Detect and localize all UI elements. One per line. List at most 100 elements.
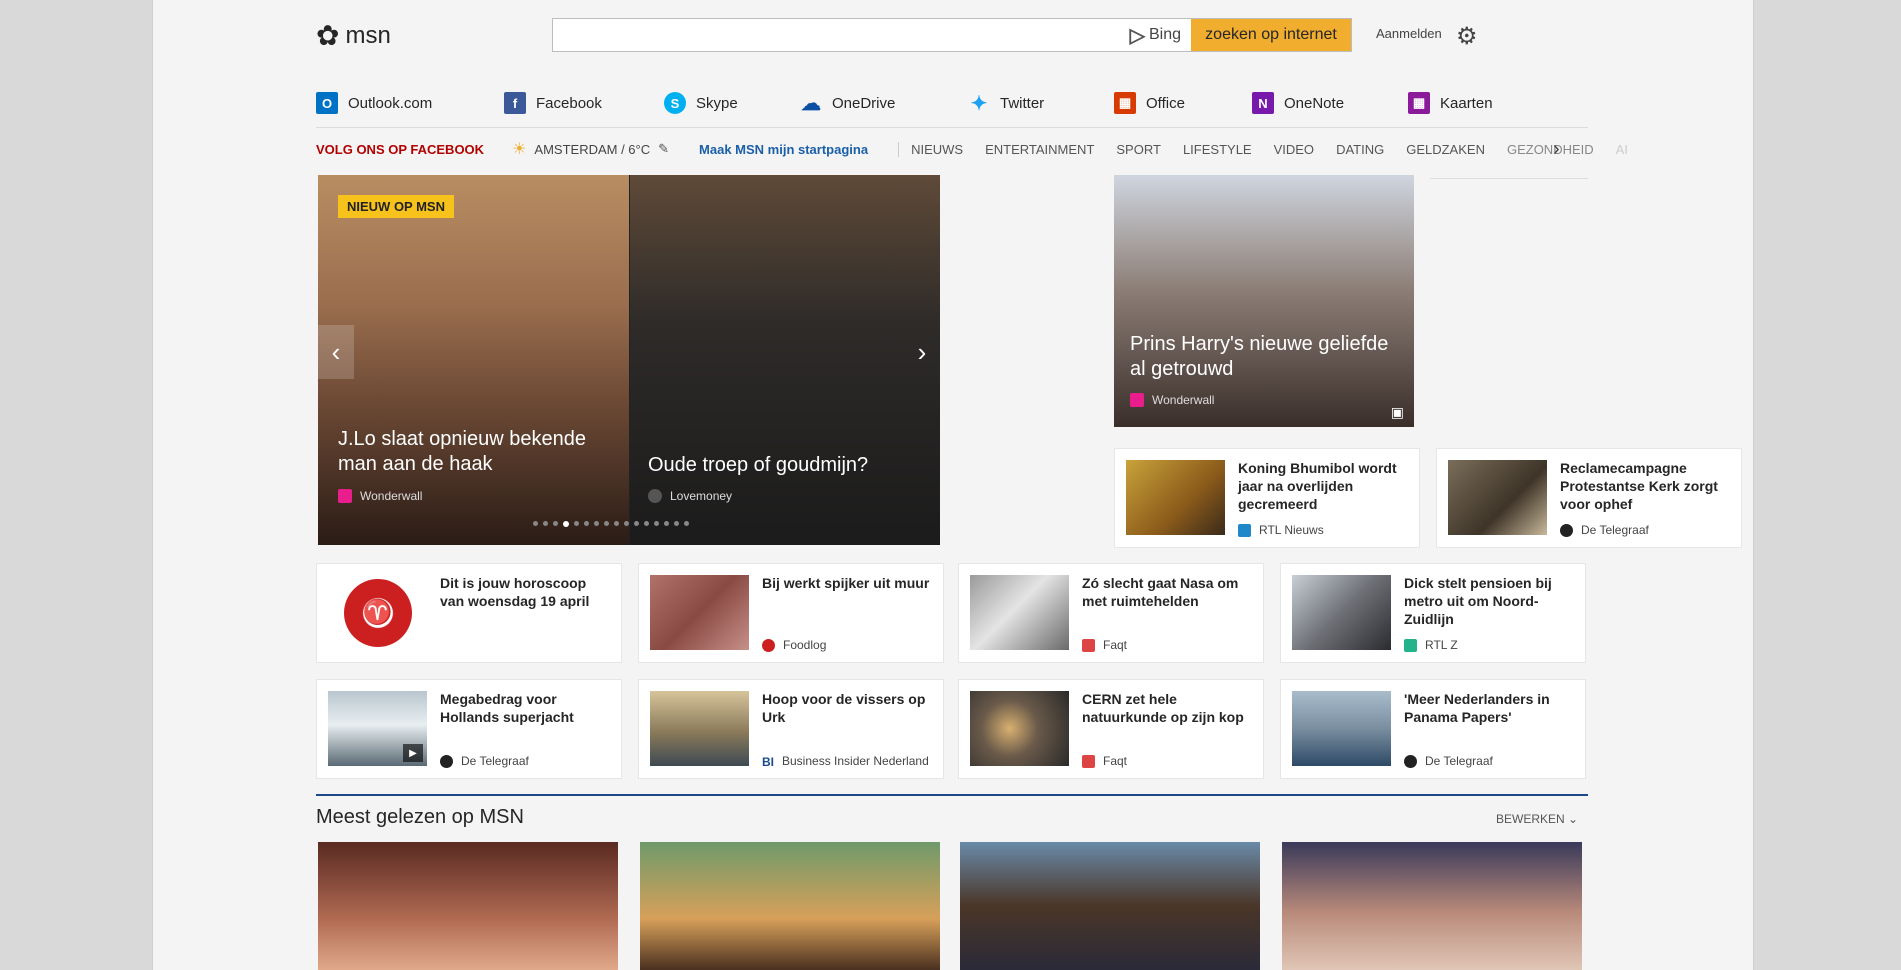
wonderwall-icon — [1130, 393, 1144, 407]
camera-icon: ▣ — [1390, 404, 1404, 420]
source-label: De Telegraaf — [461, 754, 529, 768]
app-link-onedrive[interactable]: ☁ OneDrive — [800, 90, 968, 116]
source-label: Wonderwall — [360, 489, 423, 503]
feature-story[interactable]: Prins Harry's nieuwe geliefde al getrouw… — [1114, 175, 1414, 427]
search-button[interactable]: zoeken op internet — [1191, 19, 1351, 51]
carousel-dot[interactable] — [543, 521, 548, 526]
source-label: Business Insider Nederland — [782, 754, 929, 768]
card-thumbnail — [1448, 460, 1547, 535]
nav-item-nieuws[interactable]: NIEUWS — [911, 142, 963, 157]
category-nav: VOLG ONS OP FACEBOOK ☀ AMSTERDAM / 6°C ✎… — [316, 138, 1628, 161]
source-label: Foodlog — [783, 638, 827, 652]
news-card[interactable]: Dick stelt pensioen bij metro uit om Noo… — [1280, 563, 1586, 663]
news-card[interactable]: ♈ Dit is jouw horoscoop van woensdag 19 … — [316, 563, 622, 663]
bing-label: Bing — [1148, 26, 1181, 43]
follow-facebook-link[interactable]: VOLG ONS OP FACEBOOK — [316, 142, 484, 157]
search-input[interactable] — [553, 19, 1120, 51]
carousel-dot[interactable] — [604, 521, 609, 526]
nav-item-sport[interactable]: SPORT — [1116, 142, 1161, 157]
signin-link[interactable]: Aanmelden — [1376, 26, 1442, 41]
bing-icon: ▷ — [1129, 24, 1145, 47]
carousel-next-button[interactable]: › — [904, 325, 940, 379]
news-card[interactable]: Bij werkt spijker uit muur Foodlog — [638, 563, 944, 663]
hero-slide-2[interactable]: Oude troep of goudmijn? Lovemoney — [630, 175, 940, 545]
most-read-item[interactable] — [1282, 842, 1582, 970]
carousel-dot[interactable] — [533, 521, 538, 526]
source-label: Faqt — [1103, 754, 1128, 768]
slide-title[interactable]: J.Lo slaat opnieuw bekende man aan de ha… — [338, 427, 618, 477]
nav-item-video[interactable]: VIDEO — [1274, 142, 1314, 157]
nav-item-entertainment[interactable]: ENTERTAINMENT — [985, 142, 1094, 157]
app-link-office[interactable]: ▦ Office — [1114, 90, 1252, 116]
app-link-onenote[interactable]: N OneNote — [1252, 90, 1408, 116]
news-card[interactable]: Hoop voor de vissers op Urk BI Business I… — [638, 679, 944, 779]
app-link-outlook[interactable]: O Outlook.com — [316, 90, 504, 116]
source-label: RTL Nieuws — [1259, 523, 1324, 537]
news-card[interactable]: 'Meer Nederlanders in Panama Papers' De … — [1280, 679, 1586, 779]
carousel-dot[interactable] — [664, 521, 669, 526]
pencil-icon[interactable]: ✎ — [658, 141, 669, 157]
butterfly-icon: ✿ — [316, 20, 340, 51]
carousel-dot[interactable] — [684, 521, 689, 526]
app-label: Office — [1146, 94, 1185, 112]
source-label: Wonderwall — [1152, 393, 1215, 407]
card-source: De Telegraaf — [440, 754, 529, 768]
carousel-dot[interactable] — [574, 521, 579, 526]
card-title: Zó slecht gaat Nasa om met ruimtehelden — [1082, 575, 1239, 609]
app-link-maps[interactable]: ▦ Kaarten — [1408, 90, 1528, 116]
card-title: Koning Bhumibol wordt jaar na overlijden… — [1238, 460, 1397, 512]
carousel-dot[interactable] — [634, 521, 639, 526]
divider — [316, 127, 1588, 128]
hero-slide-1[interactable]: NIEUW OP MSN J.Lo slaat opnieuw bekende … — [318, 175, 629, 545]
carousel-prev-button[interactable]: ‹ — [318, 325, 354, 379]
app-link-facebook[interactable]: f Facebook — [504, 90, 664, 116]
make-startpage-link[interactable]: Maak MSN mijn startpagina — [699, 142, 868, 157]
edit-button[interactable]: BEWERKEN ⌄ — [1496, 812, 1578, 826]
most-read-item[interactable] — [960, 842, 1260, 970]
card-thumbnail — [1126, 460, 1225, 535]
carousel-dot[interactable] — [644, 521, 649, 526]
feature-title[interactable]: Prins Harry's nieuwe geliefde al getrouw… — [1130, 332, 1400, 382]
most-read-item[interactable] — [640, 842, 940, 970]
carousel-dot[interactable] — [674, 521, 679, 526]
app-link-skype[interactable]: S Skype — [664, 90, 800, 116]
news-card[interactable]: Zó slecht gaat Nasa om met ruimtehelden … — [958, 563, 1264, 663]
weather-widget[interactable]: ☀ AMSTERDAM / 6°C ✎ — [512, 139, 669, 159]
nav-item-ai[interactable]: AI — [1616, 142, 1628, 157]
card-thumbnail: ♈ — [328, 575, 427, 650]
news-card[interactable]: CERN zet hele natuurkunde op zijn kop Fa… — [958, 679, 1264, 779]
card-thumbnail — [650, 575, 749, 650]
msn-logo[interactable]: ✿ msn — [316, 18, 391, 54]
carousel-dot[interactable] — [654, 521, 659, 526]
carousel-dot[interactable] — [553, 521, 558, 526]
nav-item-dating[interactable]: DATING — [1336, 142, 1384, 157]
nav-item-lifestyle[interactable]: LIFESTYLE — [1183, 142, 1252, 157]
carousel-dot[interactable] — [563, 521, 569, 527]
rtlz-icon — [1404, 638, 1417, 652]
news-card[interactable]: ▶ Megabedrag voor Hollands superjacht De… — [316, 679, 622, 779]
card-thumbnail — [970, 691, 1069, 766]
foodlog-icon — [762, 638, 775, 652]
card-thumbnail: ▶ — [328, 691, 427, 766]
carousel-dot[interactable] — [614, 521, 619, 526]
carousel-dot[interactable] — [594, 521, 599, 526]
category-list: NIEUWS ENTERTAINMENT SPORT LIFESTYLE VID… — [898, 141, 1650, 157]
facebook-icon: f — [504, 92, 526, 114]
hero-carousel: NIEUW OP MSN J.Lo slaat opnieuw bekende … — [318, 175, 940, 545]
news-card[interactable]: Koning Bhumibol wordt jaar na overlijden… — [1114, 448, 1420, 548]
nav-item-geldzaken[interactable]: GELDZAKEN — [1406, 142, 1485, 157]
gear-icon[interactable]: ⚙ — [1456, 22, 1478, 51]
weather-text: AMSTERDAM / 6°C — [534, 141, 651, 157]
carousel-dot[interactable] — [624, 521, 629, 526]
card-title: Hoop voor de vissers op Urk — [762, 691, 926, 725]
section-divider — [316, 794, 1588, 796]
news-card[interactable]: Reclamecampagne Protestantse Kerk zorgt … — [1436, 448, 1742, 548]
chevron-right-icon[interactable]: › — [1553, 138, 1560, 161]
telegraaf-icon — [440, 754, 453, 768]
most-read-item[interactable] — [318, 842, 618, 970]
slide-title[interactable]: Oude troep of goudmijn? — [648, 453, 928, 478]
app-link-twitter[interactable]: ✦ Twitter — [968, 90, 1114, 116]
carousel-dot[interactable] — [584, 521, 589, 526]
onedrive-icon: ☁ — [801, 92, 821, 115]
nav-item-gezondheid[interactable]: GEZONDHEID — [1507, 142, 1594, 157]
